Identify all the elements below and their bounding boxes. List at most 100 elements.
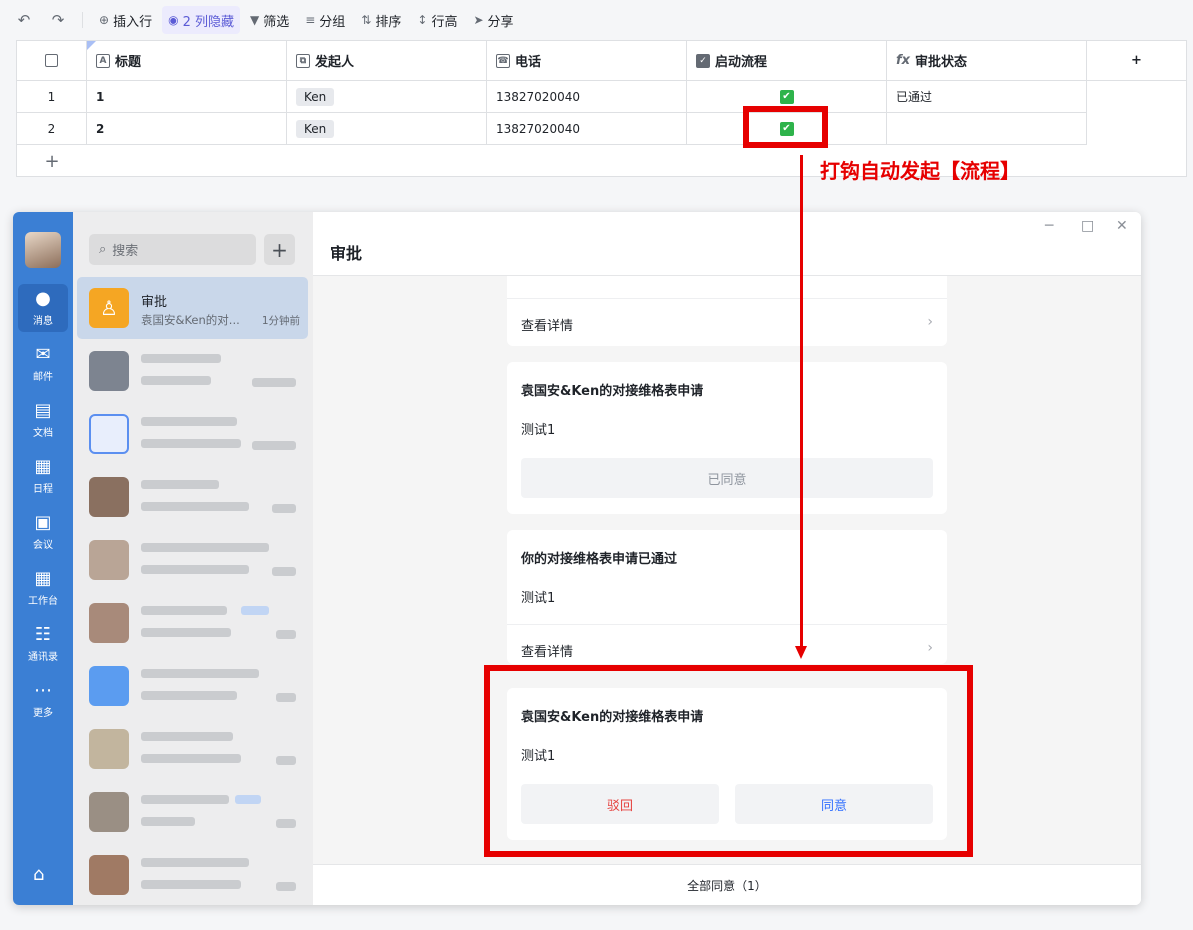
- list-item[interactable]: [77, 844, 308, 905]
- search-placeholder: 搜索: [112, 244, 139, 259]
- workbench-icon: ▦: [34, 568, 52, 589]
- rail-item-calendar[interactable]: ▦ 日程: [18, 452, 68, 500]
- approved-label: 已同意: [707, 472, 747, 488]
- card-title: 袁国安&Ken的对接维格表申请: [521, 384, 704, 399]
- search-icon: ⌕: [99, 242, 107, 257]
- annotation-label: 打钩自动发起【流程】: [820, 159, 1020, 183]
- annotation-arrow: [800, 155, 803, 650]
- approval-card: 查看详情 ›: [507, 276, 947, 346]
- rail-item-mail[interactable]: ✉ 邮件: [18, 340, 68, 388]
- avatar: [89, 729, 129, 769]
- rail-item-docs[interactable]: ▤ 文档: [18, 396, 68, 444]
- rail-item-more[interactable]: ⋯ 更多: [18, 676, 68, 724]
- rail-item-contacts[interactable]: ☷ 通讯录: [18, 620, 68, 668]
- add-column-button[interactable]: +: [1087, 41, 1186, 81]
- cell-approval-status[interactable]: 已通过: [887, 81, 1087, 113]
- approve-all-label: 全部同意（1）: [687, 878, 767, 893]
- checked-checkbox-icon[interactable]: ✔: [779, 89, 794, 104]
- rail-item-workbench[interactable]: ▦ 工作台: [18, 564, 68, 612]
- rail-label: 消息: [33, 316, 53, 327]
- approve-all-button[interactable]: 全部同意（1）: [313, 864, 1141, 905]
- share-button[interactable]: ➤ 分享: [467, 6, 519, 34]
- list-item[interactable]: [77, 403, 308, 465]
- hidden-columns-button[interactable]: ◉ 2 列隐藏: [162, 6, 240, 34]
- conversation-title: 审批: [330, 244, 363, 263]
- view-details-link[interactable]: 查看详情: [521, 641, 573, 660]
- rail-item-messages[interactable]: ● 消息: [18, 284, 68, 332]
- rail-label: 会议: [33, 540, 53, 551]
- search-input[interactable]: ⌕ 搜索: [89, 234, 256, 265]
- blurred-text: [276, 630, 296, 639]
- cell-phone[interactable]: 13827020040: [487, 113, 687, 145]
- cell-phone[interactable]: 13827020040: [487, 81, 687, 113]
- list-item[interactable]: [77, 529, 308, 591]
- blurred-text: [141, 691, 237, 700]
- minimize-icon[interactable]: ─: [1045, 218, 1053, 234]
- text-field-icon: A: [96, 53, 110, 68]
- header-phone[interactable]: ☎ 电话: [487, 41, 687, 81]
- header-title[interactable]: A 标题: [87, 41, 287, 81]
- blurred-text: [272, 567, 296, 576]
- app-logo-icon[interactable]: ⌂: [33, 864, 44, 885]
- filter-icon: ▼: [249, 13, 260, 27]
- blurred-text: [252, 378, 296, 387]
- card-divider: [507, 624, 947, 625]
- member-field-icon: ⧉: [296, 53, 310, 68]
- blurred-text: [141, 565, 249, 574]
- new-chat-button[interactable]: +: [264, 234, 295, 265]
- list-item[interactable]: [77, 781, 308, 843]
- sort-button[interactable]: ⇅ 排序: [355, 6, 407, 34]
- rail-label: 更多: [33, 708, 53, 719]
- blurred-text: [141, 606, 227, 615]
- user-avatar[interactable]: [25, 232, 61, 268]
- group-button[interactable]: ≡ 分组: [299, 6, 351, 34]
- close-icon[interactable]: ✕: [1116, 218, 1128, 234]
- list-item[interactable]: [77, 718, 308, 780]
- chat-item-approval[interactable]: ♙ 审批 袁国安&Ken的对... 1分钟前: [77, 277, 308, 339]
- list-item[interactable]: [77, 655, 308, 717]
- maximize-icon[interactable]: □: [1081, 218, 1094, 234]
- share-icon: ➤: [473, 13, 484, 27]
- card-divider: [507, 298, 947, 299]
- header-approval-status[interactable]: fx 审批状态: [887, 41, 1087, 81]
- avatar: [89, 351, 129, 391]
- row-height-button[interactable]: ↕ 行高: [411, 6, 463, 34]
- conversation-header: 审批 ─ □ ✕: [313, 212, 1141, 276]
- blurred-text: [141, 880, 241, 889]
- doc-icon: ▤: [34, 400, 52, 421]
- rail-item-meeting[interactable]: ▣ 会议: [18, 508, 68, 556]
- cell-initiator[interactable]: Ken: [287, 113, 487, 145]
- blurred-text: [276, 819, 296, 828]
- header-initiator[interactable]: ⧉ 发起人: [287, 41, 487, 81]
- select-all-checkbox[interactable]: [17, 41, 87, 81]
- header-approval-status-label: 审批状态: [915, 55, 968, 70]
- group-icon: ≡: [305, 13, 316, 27]
- undo-icon[interactable]: ↶: [14, 10, 34, 30]
- filter-button[interactable]: ▼ 筛选: [244, 6, 295, 34]
- avatar: [89, 414, 129, 454]
- phone-field-icon: ☎: [496, 53, 510, 68]
- insert-row-button[interactable]: ⊕ 插入行: [93, 6, 158, 34]
- row-height-label: 行高: [431, 14, 458, 30]
- cell-title[interactable]: 1: [87, 81, 287, 113]
- view-details-link[interactable]: 查看详情: [521, 315, 573, 334]
- chevron-right-icon: ›: [927, 314, 933, 330]
- meeting-icon: ▣: [34, 512, 52, 533]
- insert-row-label: 插入行: [113, 14, 153, 30]
- cell-title[interactable]: 2: [87, 113, 287, 145]
- cell-approval-status[interactable]: [887, 113, 1087, 145]
- header-start-flow[interactable]: ✓ 启动流程: [687, 41, 887, 81]
- blurred-text: [141, 858, 249, 867]
- list-item[interactable]: [77, 340, 308, 402]
- table-row[interactable]: 1 1 Ken 13827020040 ✔ 已通过: [17, 81, 1087, 113]
- highlight-box-approval-card: [484, 665, 973, 857]
- table-row[interactable]: 2 2 Ken 13827020040 ✔: [17, 113, 1087, 145]
- list-item[interactable]: [77, 466, 308, 528]
- blurred-text: [141, 439, 241, 448]
- add-row-button[interactable]: +: [17, 145, 87, 177]
- list-item[interactable]: [77, 592, 308, 654]
- blurred-text: [141, 480, 219, 489]
- cell-initiator[interactable]: Ken: [287, 81, 487, 113]
- redo-icon[interactable]: ↷: [48, 10, 68, 30]
- card-body: 测试1: [521, 423, 556, 438]
